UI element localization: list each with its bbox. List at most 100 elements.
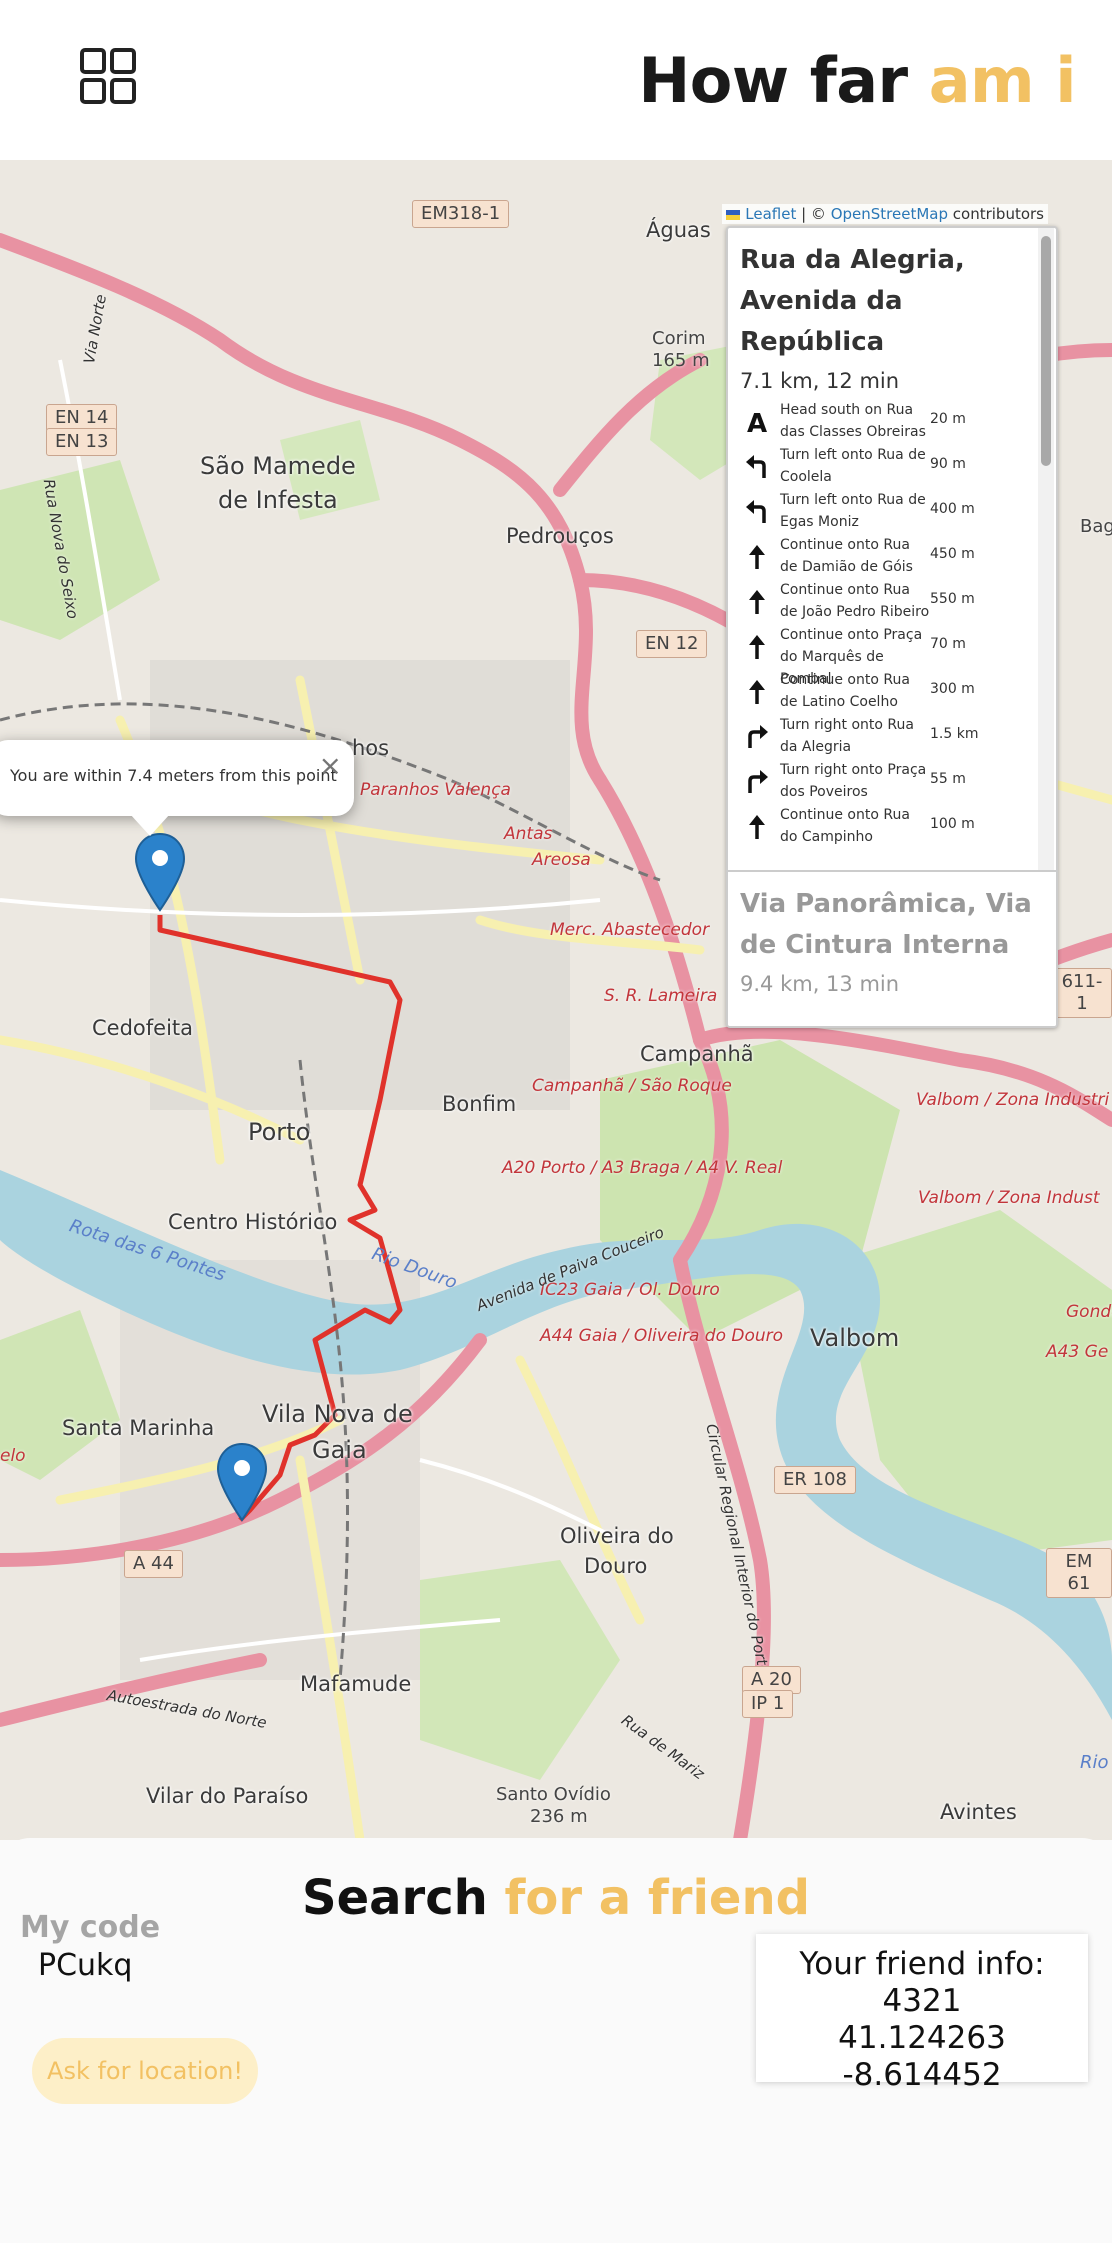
route-step[interactable]: Continue onto Praça do Marquês de Pombal… xyxy=(740,626,1026,687)
place-label: Valbom xyxy=(810,1324,900,1352)
road-label: S. R. Lameira xyxy=(604,986,718,1006)
place-label: Vilar do Paraíso xyxy=(146,1784,309,1808)
leaflet-link[interactable]: Leaflet xyxy=(745,205,796,223)
place-label: de Infesta xyxy=(218,486,338,514)
route-title: Via Panorâmica, Via de Cintura Interna xyxy=(740,889,1032,960)
depart-icon: A xyxy=(744,409,770,439)
route-step[interactable]: Continue onto Rua do Campinho 100 m xyxy=(740,806,1026,851)
road-shield: ER 108 xyxy=(774,1466,856,1494)
road-shield: EN 13 xyxy=(46,428,118,456)
route-step-text: Turn right onto Rua da Alegria xyxy=(780,717,914,755)
route-step[interactable]: Turn left onto Rua de Egas Moniz 400 m xyxy=(740,491,1026,536)
road-label: Antas xyxy=(504,824,553,844)
place-label: Gondom xyxy=(1066,1302,1112,1322)
search-title-main: Search xyxy=(302,1870,505,1926)
friend-info-label: Your friend info: xyxy=(799,1946,1045,1982)
place-label: Cedofeita xyxy=(92,1016,194,1040)
road-shield: IP 1 xyxy=(742,1690,794,1718)
route-step-text: Continue onto Rua do Campinho xyxy=(780,807,910,845)
route-step-text: Head south on Rua das Classes Obreiras xyxy=(780,402,926,440)
route-step[interactable]: Turn right onto Praça dos Poveiros 55 m xyxy=(740,761,1026,806)
road-label: A20 Porto / A3 Braga / A4 V. Real xyxy=(502,1158,783,1178)
route-step-distance: 300 m xyxy=(930,681,975,697)
place-label: Bonfim xyxy=(442,1092,517,1116)
search-panel: Search for a friend My code PCukq Ask fo… xyxy=(0,1838,1112,2243)
place-label: Avintes xyxy=(940,1800,1017,1824)
route-step[interactable]: Continue onto Rua de Damião de Góis 450 m xyxy=(740,536,1026,581)
place-label: Centro Histórico xyxy=(168,1210,338,1234)
map[interactable]: São Mamede de Infesta Águas Pedrouços Co… xyxy=(0,160,1112,1840)
route-step-distance: 55 m xyxy=(930,771,966,787)
route-step-distance: 550 m xyxy=(930,591,975,607)
route-step[interactable]: Continue onto Rua de Latino Coelho 300 m xyxy=(740,671,1026,716)
route-step-text: Turn left onto Rua de Egas Moniz xyxy=(780,492,926,530)
close-icon[interactable]: × xyxy=(319,752,342,780)
route-step[interactable]: Turn left onto Rua de Coolela 90 m xyxy=(740,446,1026,491)
svg-text:A: A xyxy=(747,409,767,435)
osm-link[interactable]: OpenStreetMap xyxy=(831,205,948,223)
route-step-text: Turn right onto Praça dos Poveiros xyxy=(780,762,927,800)
straight-icon xyxy=(744,679,770,705)
place-label: Porto xyxy=(248,1118,311,1146)
road-label: Paranhos Valença xyxy=(360,780,511,800)
straight-icon xyxy=(744,589,770,615)
route-step-distance: 400 m xyxy=(930,501,975,517)
route-option-alternative[interactable]: Via Panorâmica, Via de Cintura Interna 9… xyxy=(728,870,1056,1026)
route-steps: A Head south on Rua das Classes Obreiras 2… xyxy=(740,401,1026,851)
ask-location-button[interactable]: Ask for location! xyxy=(32,2038,258,2104)
app-title-accent: am i xyxy=(928,44,1077,117)
map-attribution: Leaflet | © OpenStreetMap contributors xyxy=(722,204,1048,224)
road-label: Areosa xyxy=(532,850,591,870)
straight-icon xyxy=(744,814,770,840)
route-step[interactable]: A Head south on Rua das Classes Obreiras 2… xyxy=(740,401,1026,446)
search-title-accent: for a friend xyxy=(504,1870,810,1926)
place-label: Mafamude xyxy=(300,1672,412,1696)
road-shield: A 44 xyxy=(124,1550,183,1578)
place-label: Oliveira do xyxy=(560,1524,674,1548)
straight-icon xyxy=(744,634,770,660)
friend-info-box: Your friend info: 4321 41.124263 -8.6144… xyxy=(756,1934,1088,2093)
place-label: Santo Ovídio xyxy=(496,1784,611,1805)
popup-tip xyxy=(130,814,170,836)
road-label: Merc. Abastecedor xyxy=(550,920,710,940)
route-step-distance: 20 m xyxy=(930,411,966,427)
place-label: 165 m xyxy=(652,350,710,371)
friend-latitude: 41.124263 xyxy=(838,2020,1006,2056)
route-step-distance: 70 m xyxy=(930,636,966,652)
app-title-main: How far xyxy=(638,44,929,117)
straight-icon xyxy=(744,544,770,570)
place-label: Douro xyxy=(584,1554,648,1578)
route-summary: 7.1 km, 12 min xyxy=(740,369,900,393)
friend-longitude: -8.614452 xyxy=(842,2057,1002,2093)
place-label: Santa Marinha xyxy=(62,1416,215,1440)
my-code-value: PCukq xyxy=(38,1948,133,1983)
start-marker[interactable] xyxy=(134,832,186,912)
route-step[interactable]: Turn right onto Rua da Alegria 1.5 km xyxy=(740,716,1026,761)
place-label: 236 m xyxy=(530,1806,588,1827)
place-label: Águas xyxy=(646,218,711,242)
route-title: Rua da Alegria, Avenida da República xyxy=(740,245,965,357)
route-step-text: Continue onto Rua de Latino Coelho xyxy=(780,672,910,710)
turn-right-icon xyxy=(744,769,770,795)
route-step[interactable]: Continue onto Rua de João Pedro Ribeiro 5… xyxy=(740,581,1026,626)
road-label: IC23 Gaia / Ol. Douro xyxy=(540,1280,720,1300)
route-option-active[interactable]: Rua da Alegria, Avenida da República 7.1… xyxy=(728,228,1038,870)
ukraine-flag-icon xyxy=(726,209,741,220)
place-label: elo xyxy=(0,1446,26,1466)
road-label: Campanhã / São Roque xyxy=(532,1076,732,1096)
place-label: Gaia xyxy=(312,1436,367,1464)
turn-left-icon xyxy=(744,454,770,480)
road-shield: EM 61 xyxy=(1046,1548,1112,1598)
route-step-text: Turn left onto Rua de Coolela xyxy=(780,447,926,485)
scrollbar-thumb[interactable] xyxy=(1041,236,1051,466)
search-title: Search for a friend xyxy=(0,1870,1112,1926)
place-label: Corim xyxy=(652,328,706,349)
destination-marker[interactable] xyxy=(216,1442,268,1522)
road-label: A44 Gaia / Oliveira do Douro xyxy=(540,1326,784,1346)
place-label: Valbom / Zona Industri xyxy=(916,1090,1110,1110)
attribution-contributors: contributors xyxy=(948,205,1044,223)
route-step-text: Continue onto Rua de Damião de Góis xyxy=(780,537,913,575)
grid-icon[interactable] xyxy=(80,48,136,104)
my-code-label: My code xyxy=(20,1910,161,1945)
place-label: São Mamede xyxy=(200,452,356,480)
